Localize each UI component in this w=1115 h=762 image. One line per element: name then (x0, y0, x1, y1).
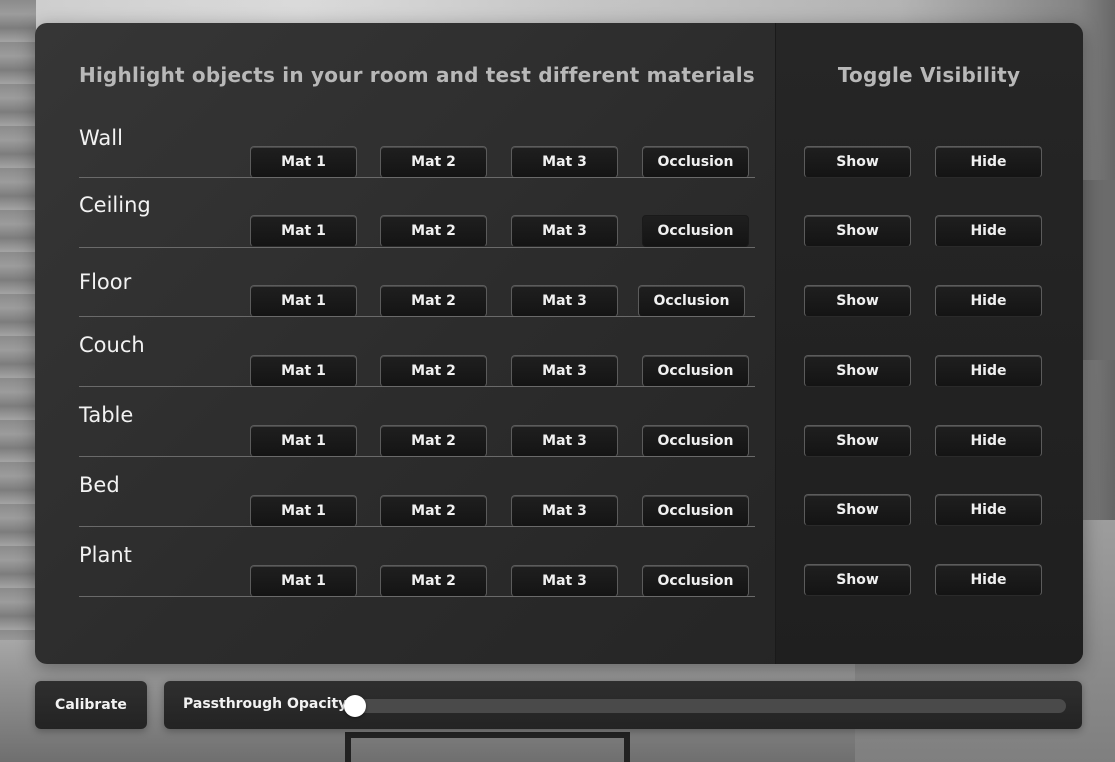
mat3-button[interactable]: Mat 3 (511, 215, 618, 247)
row-label: Bed (79, 473, 120, 497)
object-row-wall: Wall Mat 1 Mat 2 Mat 3 Occlusion Show Hi… (35, 126, 1083, 196)
hide-button[interactable]: Hide (935, 215, 1042, 247)
mat2-button[interactable]: Mat 2 (380, 355, 487, 387)
row-divider (79, 526, 755, 527)
row-divider (79, 177, 755, 178)
mat2-button[interactable]: Mat 2 (380, 146, 487, 178)
passthrough-opacity-control: Passthrough Opacity (164, 681, 1082, 729)
mat2-button[interactable]: Mat 2 (380, 215, 487, 247)
object-row-floor: Floor Mat 1 Mat 2 Mat 3 Occlusion Show H… (35, 270, 1083, 340)
mat3-button[interactable]: Mat 3 (511, 495, 618, 527)
show-button[interactable]: Show (804, 285, 911, 317)
row-divider (79, 456, 755, 457)
row-label: Couch (79, 333, 145, 357)
hide-button[interactable]: Hide (935, 355, 1042, 387)
hide-button[interactable]: Hide (935, 494, 1042, 526)
occlusion-button[interactable]: Occlusion (642, 146, 749, 178)
row-label: Floor (79, 270, 132, 294)
mat1-button[interactable]: Mat 1 (250, 495, 357, 527)
passthrough-opacity-label: Passthrough Opacity (183, 696, 348, 712)
row-label: Table (79, 403, 134, 427)
background-table (345, 732, 630, 762)
occlusion-button[interactable]: Occlusion (642, 215, 749, 247)
occlusion-button[interactable]: Occlusion (642, 425, 749, 457)
materials-panel: Highlight objects in your room and test … (35, 23, 1083, 664)
mat3-button[interactable]: Mat 3 (511, 285, 618, 317)
hide-button[interactable]: Hide (935, 564, 1042, 596)
mat2-button[interactable]: Mat 2 (380, 565, 487, 597)
show-button[interactable]: Show (804, 494, 911, 526)
opacity-slider-track[interactable] (344, 695, 1066, 717)
show-button[interactable]: Show (804, 146, 911, 178)
row-label: Plant (79, 543, 132, 567)
materials-heading: Highlight objects in your room and test … (79, 63, 755, 87)
row-divider (79, 316, 755, 317)
mat3-button[interactable]: Mat 3 (511, 146, 618, 178)
hide-button[interactable]: Hide (935, 425, 1042, 457)
occlusion-button[interactable]: Occlusion (642, 355, 749, 387)
mat1-button[interactable]: Mat 1 (250, 215, 357, 247)
background-shelf (1081, 180, 1115, 360)
mat2-button[interactable]: Mat 2 (380, 285, 487, 317)
hide-button[interactable]: Hide (935, 146, 1042, 178)
show-button[interactable]: Show (804, 564, 911, 596)
visibility-heading: Toggle Visibility (837, 63, 1021, 87)
object-row-table: Table Mat 1 Mat 2 Mat 3 Occlusion Show H… (35, 403, 1083, 473)
mat3-button[interactable]: Mat 3 (511, 565, 618, 597)
mat1-button[interactable]: Mat 1 (250, 425, 357, 457)
occlusion-button[interactable]: Occlusion (642, 495, 749, 527)
object-row-couch: Couch Mat 1 Mat 2 Mat 3 Occlusion Show H… (35, 333, 1083, 403)
mat1-button[interactable]: Mat 1 (250, 285, 357, 317)
mat1-button[interactable]: Mat 1 (250, 146, 357, 178)
row-label: Wall (79, 126, 123, 150)
row-label: Ceiling (79, 193, 151, 217)
occlusion-button[interactable]: Occlusion (642, 565, 749, 597)
occlusion-button[interactable]: Occlusion (638, 285, 745, 317)
mat2-button[interactable]: Mat 2 (380, 425, 487, 457)
object-row-ceiling: Ceiling Mat 1 Mat 2 Mat 3 Occlusion Show… (35, 193, 1083, 263)
show-button[interactable]: Show (804, 355, 911, 387)
row-divider (79, 386, 755, 387)
mat1-button[interactable]: Mat 1 (250, 355, 357, 387)
mat2-button[interactable]: Mat 2 (380, 495, 487, 527)
calibrate-button[interactable]: Calibrate (35, 681, 147, 729)
show-button[interactable]: Show (804, 425, 911, 457)
opacity-slider-thumb[interactable] (344, 695, 366, 717)
row-divider (79, 247, 755, 248)
object-row-plant: Plant Mat 1 Mat 2 Mat 3 Occlusion Show H… (35, 543, 1083, 613)
mat3-button[interactable]: Mat 3 (511, 355, 618, 387)
mat3-button[interactable]: Mat 3 (511, 425, 618, 457)
show-button[interactable]: Show (804, 215, 911, 247)
object-row-bed: Bed Mat 1 Mat 2 Mat 3 Occlusion Show Hid… (35, 473, 1083, 543)
mat1-button[interactable]: Mat 1 (250, 565, 357, 597)
row-divider (79, 596, 755, 597)
hide-button[interactable]: Hide (935, 285, 1042, 317)
